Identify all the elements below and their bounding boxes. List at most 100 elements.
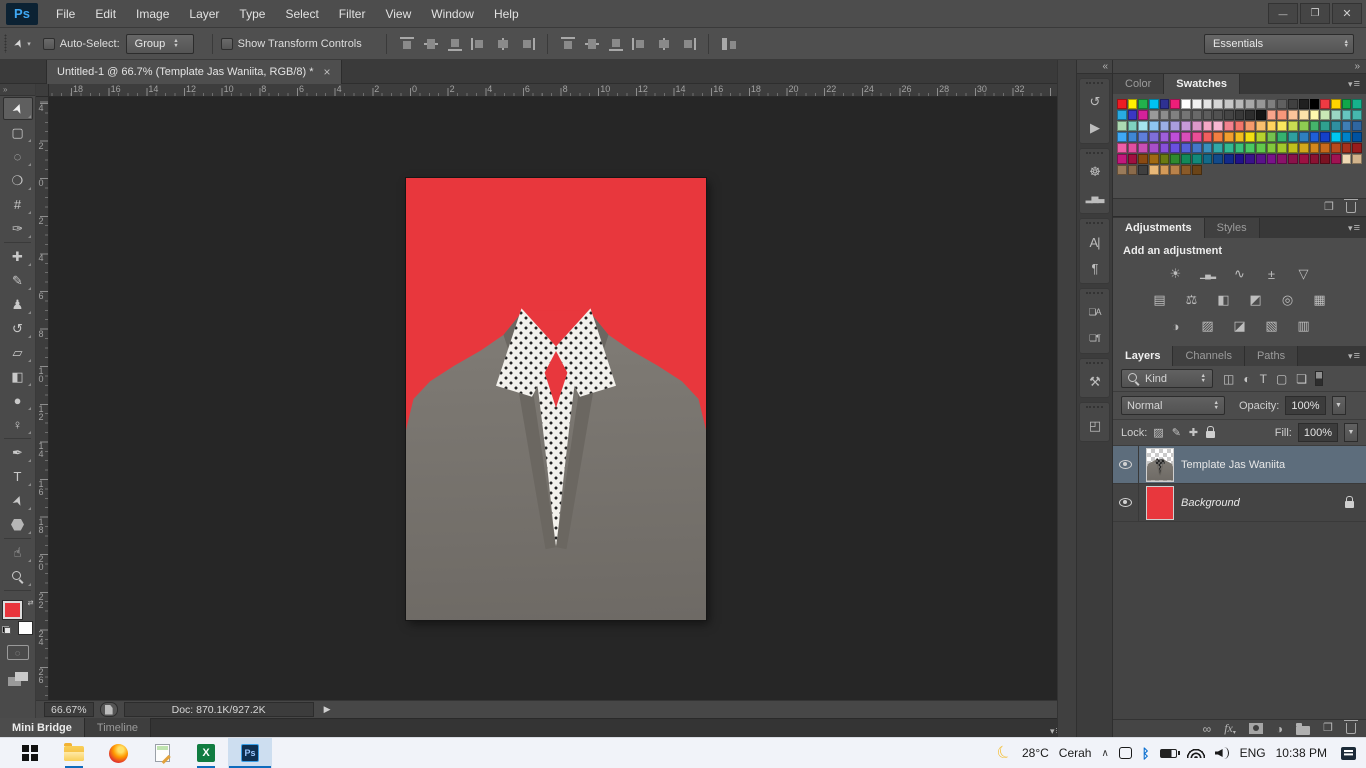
- swatch[interactable]: [1342, 110, 1352, 120]
- swatch[interactable]: [1277, 143, 1287, 153]
- swatch[interactable]: [1181, 143, 1191, 153]
- swatch[interactable]: [1213, 143, 1223, 153]
- show-transform-checkbox[interactable]: [221, 38, 233, 50]
- clone-stamp-tool[interactable]: ♟: [3, 293, 33, 316]
- notepad[interactable]: [140, 738, 184, 768]
- swatch[interactable]: [1128, 132, 1138, 142]
- swatch[interactable]: [1203, 132, 1213, 142]
- swatch[interactable]: [1342, 99, 1352, 109]
- swatch[interactable]: [1320, 143, 1330, 153]
- swatch[interactable]: [1192, 132, 1202, 142]
- swatch[interactable]: [1138, 143, 1148, 153]
- swatch[interactable]: [1138, 121, 1148, 131]
- swatch[interactable]: [1310, 110, 1320, 120]
- swatch[interactable]: [1192, 121, 1202, 131]
- tab-paths[interactable]: Paths: [1245, 346, 1298, 366]
- swatch[interactable]: [1331, 99, 1341, 109]
- swatch[interactable]: [1224, 121, 1234, 131]
- swatch[interactable]: [1149, 154, 1159, 164]
- menu-help[interactable]: Help: [484, 0, 529, 28]
- swatch[interactable]: [1160, 99, 1170, 109]
- swatch[interactable]: [1149, 143, 1159, 153]
- zoom-level-field[interactable]: 66.67%: [44, 702, 94, 717]
- swatch[interactable]: [1128, 99, 1138, 109]
- add-layer-mask-icon[interactable]: [1249, 723, 1263, 734]
- distribute-vertical-centers-icon[interactable]: [583, 36, 601, 52]
- swatch[interactable]: [1277, 154, 1287, 164]
- character-panel-icon[interactable]: A|: [1080, 229, 1109, 255]
- history-panel-icon[interactable]: ↺: [1080, 89, 1109, 115]
- tab-channels[interactable]: Channels: [1173, 346, 1244, 366]
- screen-mode-button[interactable]: [8, 672, 28, 686]
- file-explorer[interactable]: [52, 738, 96, 768]
- swatch[interactable]: [1213, 99, 1223, 109]
- swatch[interactable]: [1117, 165, 1127, 175]
- new-adjustment-layer-icon[interactable]: ◑: [1276, 722, 1283, 736]
- swatch[interactable]: [1235, 132, 1245, 142]
- swatch[interactable]: [1160, 132, 1170, 142]
- swatch[interactable]: [1267, 99, 1277, 109]
- clock[interactable]: 10:38 PM: [1276, 746, 1327, 760]
- swatch[interactable]: [1245, 132, 1255, 142]
- swatch[interactable]: [1310, 132, 1320, 142]
- action-center-icon[interactable]: [1341, 747, 1356, 760]
- swatch[interactable]: [1352, 110, 1362, 120]
- crop-tool[interactable]: #: [3, 193, 33, 216]
- swatch[interactable]: [1235, 143, 1245, 153]
- swatch[interactable]: [1288, 121, 1298, 131]
- gradient-tool[interactable]: ◧: [3, 365, 33, 388]
- weather-moon-icon[interactable]: ☾: [993, 741, 1015, 766]
- swatch[interactable]: [1245, 154, 1255, 164]
- tray-overflow-icon[interactable]: ∧: [1101, 748, 1108, 759]
- layer-row[interactable]: Background: [1113, 484, 1366, 522]
- threshold-icon[interactable]: ◪: [1227, 315, 1253, 337]
- document-tab[interactable]: Untitled-1 @ 66.7% (Template Jas Waniita…: [46, 60, 342, 84]
- tab-color[interactable]: Color: [1113, 74, 1164, 94]
- swatch[interactable]: [1267, 132, 1277, 142]
- swatch[interactable]: [1245, 143, 1255, 153]
- lock-pixels-icon[interactable]: ✎: [1172, 426, 1181, 439]
- auto-align-layers-icon[interactable]: [720, 36, 738, 52]
- zoom-tool[interactable]: [3, 565, 33, 588]
- swatch[interactable]: [1213, 132, 1223, 142]
- swatch[interactable]: [1117, 121, 1127, 131]
- toolbox-collapse-button[interactable]: [0, 84, 35, 96]
- exposure-icon[interactable]: ±: [1259, 263, 1285, 285]
- channel-mixer-icon[interactable]: ◎: [1275, 289, 1301, 311]
- firefox[interactable]: [96, 738, 140, 768]
- ruler-horizontal[interactable]: 1816141210864202468101214161820222426283…: [49, 84, 1057, 97]
- tab-layers[interactable]: Layers: [1113, 346, 1173, 366]
- tab-adjustments[interactable]: Adjustments: [1113, 218, 1205, 238]
- swatch[interactable]: [1277, 132, 1287, 142]
- swatch[interactable]: [1181, 121, 1191, 131]
- swatch[interactable]: [1128, 121, 1138, 131]
- foreground-color-swatch[interactable]: [3, 601, 22, 619]
- layer-thumbnail[interactable]: [1147, 449, 1173, 481]
- swatch[interactable]: [1149, 99, 1159, 109]
- character-styles-panel-icon[interactable]: ❏A: [1080, 299, 1109, 325]
- swatch[interactable]: [1117, 99, 1127, 109]
- swatch[interactable]: [1128, 165, 1138, 175]
- swatch[interactable]: [1320, 121, 1330, 131]
- layer-thumbnail[interactable]: [1147, 487, 1173, 519]
- photoshop[interactable]: [228, 738, 272, 768]
- fill-dropdown-icon[interactable]: [1344, 423, 1358, 442]
- swatch[interactable]: [1299, 110, 1309, 120]
- swatch[interactable]: [1192, 99, 1202, 109]
- bluetooth-icon[interactable]: ᛒ: [1142, 746, 1150, 761]
- swatch[interactable]: [1117, 132, 1127, 142]
- align-top-edges-icon[interactable]: [398, 36, 416, 52]
- wifi-icon[interactable]: [1187, 748, 1205, 758]
- swatch[interactable]: [1224, 132, 1234, 142]
- panel-menu-icon[interactable]: [1348, 350, 1360, 362]
- menu-window[interactable]: Window: [421, 0, 484, 28]
- color-balance-icon[interactable]: ⚖: [1179, 289, 1205, 311]
- auto-select-dropdown[interactable]: Group: [126, 34, 194, 54]
- distribute-left-edges-icon[interactable]: [631, 36, 649, 52]
- minimize-button[interactable]: [1268, 3, 1298, 24]
- menu-edit[interactable]: Edit: [85, 0, 126, 28]
- swatch[interactable]: [1256, 154, 1266, 164]
- align-right-edges-icon[interactable]: [518, 36, 536, 52]
- swatch[interactable]: [1235, 121, 1245, 131]
- swatch[interactable]: [1138, 110, 1148, 120]
